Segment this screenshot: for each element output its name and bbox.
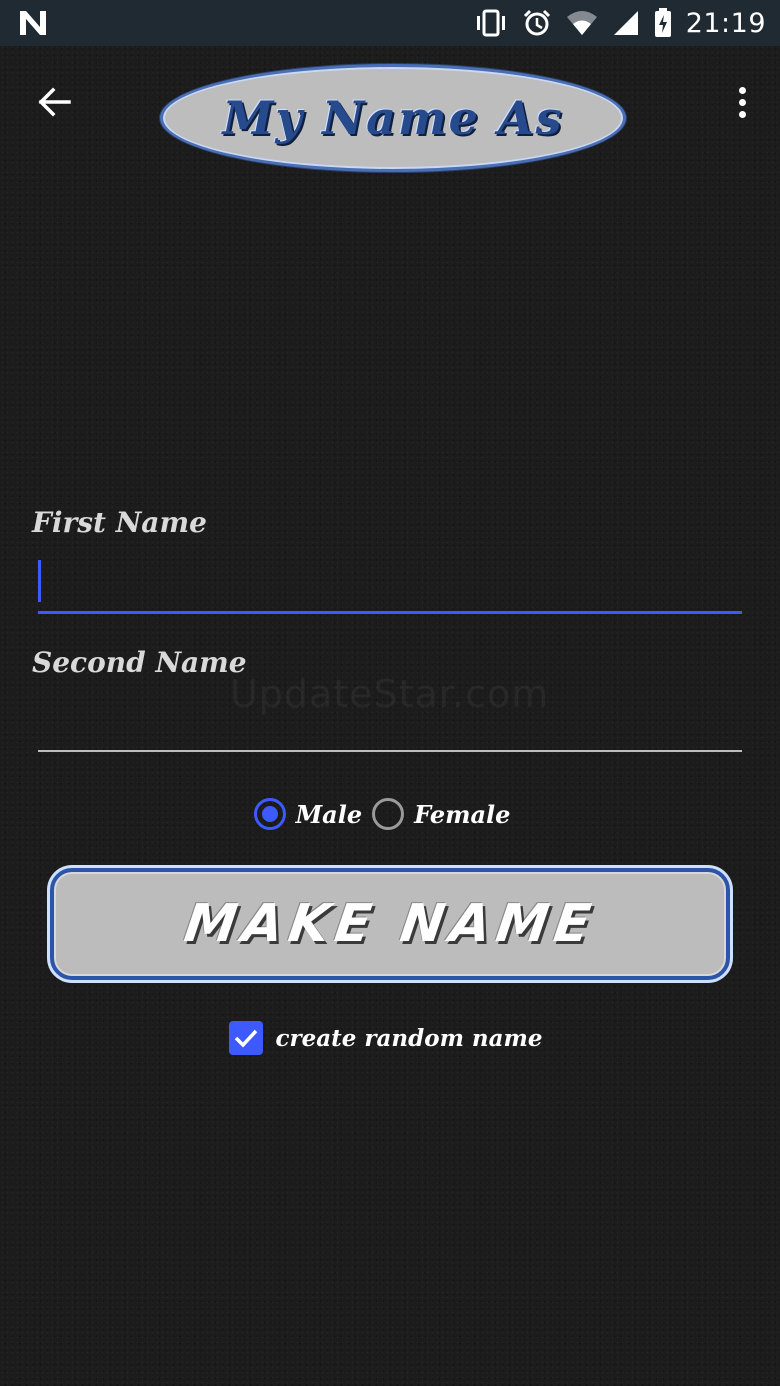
second-name-label: Second Name: [32, 646, 247, 679]
random-name-checkbox[interactable]: [229, 1021, 264, 1055]
wifi-icon: [566, 11, 597, 35]
second-name-underline: [38, 750, 742, 752]
status-bar: 21:19: [0, 0, 780, 46]
n-logo-icon: [20, 11, 46, 35]
vibrate-icon: [476, 9, 505, 37]
first-name-field-wrap: [38, 554, 742, 614]
make-name-button[interactable]: MAKE NAME: [50, 868, 730, 980]
toolbar: My Name As: [0, 46, 780, 172]
back-button[interactable]: [30, 78, 78, 126]
logo-text: My Name As: [222, 91, 564, 145]
random-name-label: create random name: [275, 1024, 543, 1052]
status-time: 21:19: [685, 7, 766, 39]
radio-female[interactable]: Female: [372, 798, 510, 830]
first-name-input[interactable]: [38, 554, 742, 614]
gender-radio-group: Male Female: [0, 790, 780, 838]
make-name-button-label: MAKE NAME: [180, 894, 600, 954]
second-name-input[interactable]: [38, 692, 742, 752]
checkmark-icon: [235, 1029, 258, 1048]
text-cursor: [38, 560, 41, 602]
radio-button-unselected[interactable]: [372, 798, 405, 830]
signal-icon: [613, 11, 638, 35]
second-name-field-wrap: [38, 692, 742, 752]
random-name-row: create random name: [0, 1020, 780, 1056]
radio-button-selected[interactable]: [253, 798, 286, 830]
first-name-label: First Name: [32, 506, 207, 539]
radio-male[interactable]: Male: [253, 798, 363, 830]
app-logo: My Name As: [160, 64, 626, 172]
battery-charging-icon: [654, 8, 671, 37]
alarm-icon: [523, 9, 550, 36]
radio-male-label: Male: [295, 799, 363, 829]
first-name-underline: [38, 611, 742, 614]
radio-female-label: Female: [414, 799, 511, 829]
overflow-menu-icon[interactable]: [730, 78, 754, 126]
arrow-left-icon: [38, 87, 71, 117]
